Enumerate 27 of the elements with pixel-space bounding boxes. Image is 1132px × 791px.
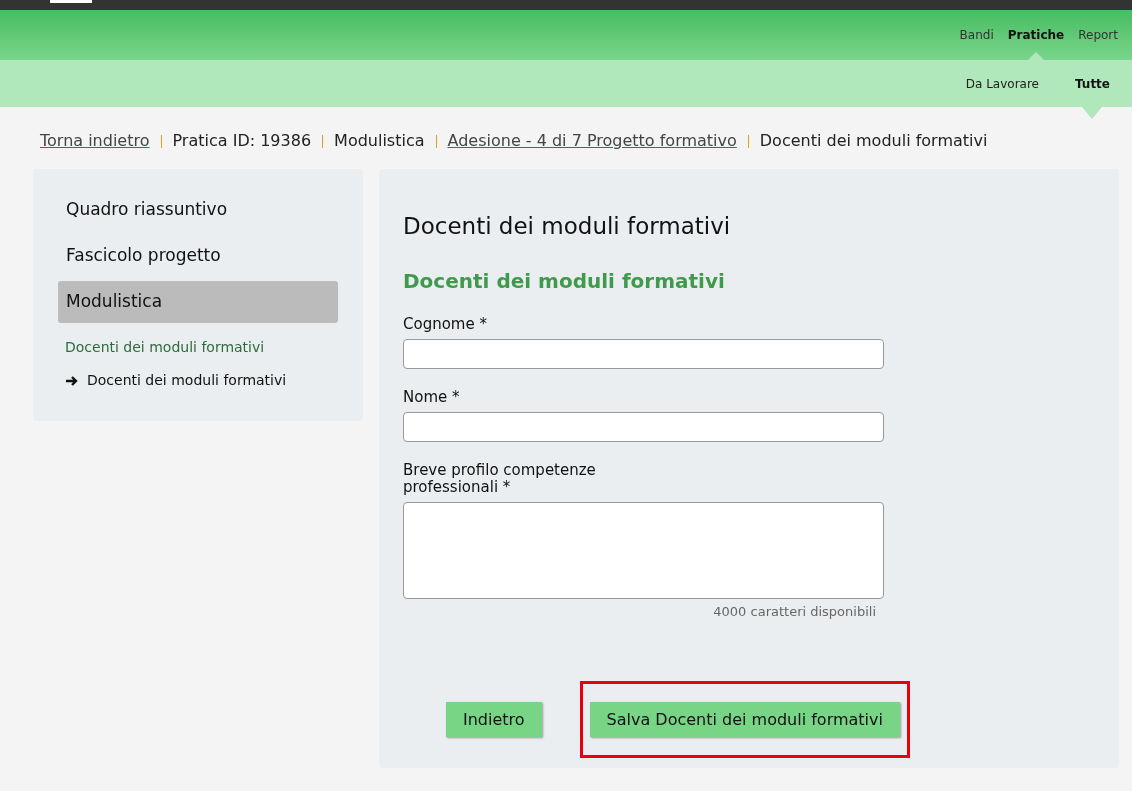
input-field[interactable] [403, 501, 884, 599]
arrow-icon [65, 374, 79, 387]
breadcrumb-link[interactable]: Adesione - 4 di 7 Progetto formativo [447, 129, 737, 153]
breadcrumb-item: Docenti dei moduli formativi [759, 130, 988, 152]
breadcrumb-link[interactable]: Torna indietro [40, 129, 150, 153]
nav-tab[interactable]: Report [1078, 26, 1118, 44]
input-field[interactable] [403, 338, 884, 369]
sidebar-item[interactable]: Quadro riassuntivo [58, 189, 338, 231]
form-button[interactable]: Salva Docenti dei moduli formativi [589, 702, 900, 737]
form-button[interactable]: Indietro [446, 702, 542, 737]
field-label: Breve profilo competenze professionali * [403, 461, 597, 496]
nav-tab[interactable]: Pratiche [1007, 26, 1065, 44]
sidebar-item[interactable]: Fascicolo progetto [58, 235, 338, 277]
form-subtitle: Docenti dei moduli formativi [403, 267, 726, 295]
sidebar-subitem[interactable]: Docenti dei moduli formativi [58, 370, 338, 391]
breadcrumb-item: Modulistica [334, 130, 425, 152]
field-label: Nome * [403, 388, 461, 406]
subnav-tab[interactable]: Da Lavorare [965, 74, 1039, 93]
sidebar-item[interactable]: Modulistica [58, 281, 338, 323]
input-field[interactable] [403, 411, 884, 442]
form-title: Docenti dei moduli formativi [403, 212, 732, 241]
field-label: Cognome * [403, 315, 488, 333]
section-title: Docenti dei moduli formativi [64, 338, 266, 357]
breadcrumb-item: Pratica ID: 19386 [172, 130, 312, 152]
subnav-tab[interactable]: Tutte [1074, 74, 1110, 93]
character-counter: 4000 caratteri disponibili [713, 602, 876, 621]
nav-tab[interactable]: Bandi [959, 26, 994, 44]
